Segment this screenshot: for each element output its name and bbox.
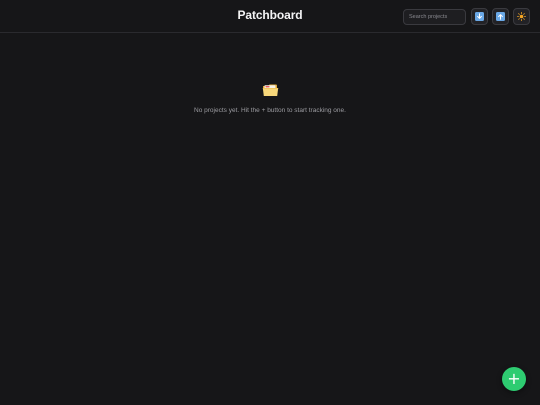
upload-button[interactable]	[492, 8, 509, 25]
empty-state: No projects yet. Hit the + button to sta…	[0, 82, 540, 114]
sun-icon	[517, 12, 526, 21]
download-icon	[475, 12, 484, 21]
header-controls	[403, 8, 530, 25]
folder-icon	[262, 84, 278, 96]
download-button[interactable]	[471, 8, 488, 25]
top-bar: Patchboard	[0, 0, 540, 33]
app-window: Patchboard Search projects No projects y…	[0, 0, 540, 405]
upload-icon	[496, 12, 505, 21]
empty-state-message: No projects yet. Hit the + button to sta…	[194, 107, 346, 114]
search-input[interactable]	[403, 8, 466, 25]
theme-toggle-button[interactable]	[513, 8, 530, 25]
add-project-button[interactable]: +	[502, 367, 526, 391]
plus-icon: +	[507, 369, 521, 388]
